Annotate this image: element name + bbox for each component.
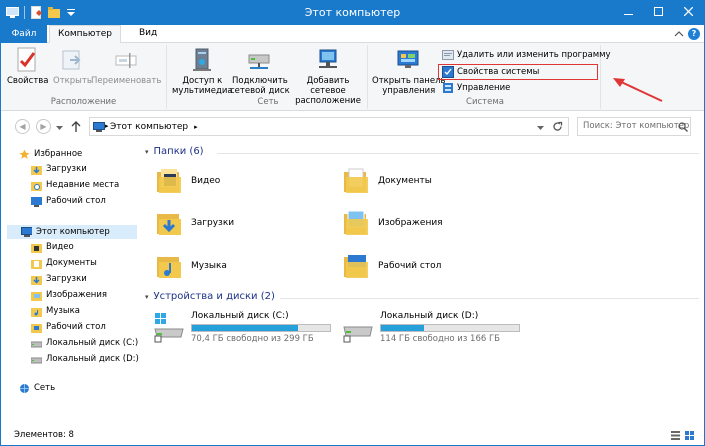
star-icon: [19, 149, 30, 160]
breadcrumb-this-pc[interactable]: Этот компьютер: [110, 122, 188, 132]
pictures-folder-icon: [31, 290, 42, 301]
nav-downloads[interactable]: Загрузки: [31, 162, 87, 176]
nav-desktop-pc[interactable]: Рабочий стол: [31, 320, 106, 334]
folder-documents[interactable]: Документы: [342, 166, 432, 196]
minimize-icon[interactable]: [614, 1, 642, 21]
folders-group-header[interactable]: ▾ Папки (6): [145, 146, 204, 157]
content-pane: ▾ Папки (6) Видео Документы Загрузки Изоб…: [137, 141, 704, 426]
desktop-folder-icon: [344, 255, 368, 278]
nav-documents[interactable]: Документы: [31, 256, 97, 270]
drive-d-usage-bar: [380, 324, 520, 332]
drive-icon: [31, 354, 42, 365]
nav-this-pc[interactable]: Этот компьютер: [7, 225, 137, 239]
downloads-folder-icon: [157, 214, 181, 235]
recent-locations-dropdown-icon[interactable]: [56, 124, 63, 134]
drive-c-name: Локальный диск (C:): [191, 311, 289, 321]
breadcrumb-separator-icon: ▸: [194, 122, 198, 131]
breadcrumb-separator-icon: ▸: [105, 122, 109, 130]
nav-desktop[interactable]: Рабочий стол: [31, 194, 106, 208]
status-bar: Элементов: 8: [1, 426, 704, 445]
music-folder-icon: [31, 306, 42, 317]
drive-c-usage-fill: [192, 325, 298, 331]
network-icon: [19, 383, 30, 394]
explorer-window: Этот компьютер Файл Компьютер Вид ? Свой…: [0, 0, 705, 446]
nav-network[interactable]: Сеть: [19, 381, 55, 395]
video-folder-icon: [31, 242, 42, 253]
search-input[interactable]: Поиск: Этот компьютер: [577, 117, 691, 136]
refresh-icon[interactable]: [552, 121, 563, 135]
nav-downloads-pc[interactable]: Загрузки: [31, 272, 87, 286]
nav-recent-places[interactable]: Недавние места: [31, 178, 119, 192]
drive-d-free-space: 114 ГБ свободно из 166 ГБ: [380, 334, 500, 344]
navigation-pane: Избранное Загрузки Недавние места Рабочи…: [1, 141, 139, 426]
collapse-icon: ▾: [145, 292, 149, 301]
nav-disk-c[interactable]: Локальный диск (C:): [31, 336, 138, 350]
drive-icon: [343, 326, 373, 343]
drive-icon: [31, 338, 42, 349]
desktop-icon: [31, 196, 42, 207]
help-icon[interactable]: ?: [688, 28, 700, 40]
downloads-icon: [31, 164, 42, 175]
folder-downloads[interactable]: Загрузки: [155, 208, 234, 238]
back-button[interactable]: ◀: [15, 119, 30, 134]
drive-d-usage-fill: [381, 325, 425, 331]
forward-button[interactable]: ▶: [36, 119, 51, 134]
collapse-icon: ▾: [145, 147, 149, 156]
maximize-icon[interactable]: [644, 1, 672, 21]
system-drive-icon: [154, 313, 184, 343]
nav-video[interactable]: Видео: [31, 240, 74, 254]
video-folder-icon: [157, 169, 181, 193]
drive-c-usage-bar: [191, 324, 331, 332]
drive-c-free-space: 70,4 ГБ свободно из 299 ГБ: [191, 334, 314, 344]
devices-group-header[interactable]: ▾ Устройства и диски (2): [145, 291, 275, 302]
drive-c[interactable]: Локальный диск (C:) 70,4 ГБ свободно из …: [153, 311, 331, 344]
search-icon[interactable]: [678, 122, 688, 135]
computer-icon: [21, 227, 32, 238]
ribbon-tabs: Файл Компьютер Вид ?: [1, 25, 704, 44]
nav-music[interactable]: Музыка: [31, 304, 80, 318]
drive-d[interactable]: Локальный диск (D:) 114 ГБ свободно из 1…: [342, 311, 520, 344]
music-folder-icon: [157, 257, 181, 278]
folder-music[interactable]: Музыка: [155, 251, 227, 281]
chevron-up-icon[interactable]: [674, 29, 684, 39]
documents-folder-icon: [31, 258, 42, 269]
nav-disk-d[interactable]: Локальный диск (D:): [31, 352, 139, 366]
folder-desktop[interactable]: Рабочий стол: [342, 251, 441, 281]
recent-places-icon: [31, 180, 42, 191]
documents-folder-icon: [344, 168, 368, 193]
title-bar: Этот компьютер: [1, 1, 704, 25]
tab-computer[interactable]: Компьютер: [49, 25, 121, 44]
large-icons-view-icon[interactable]: [685, 431, 694, 440]
details-view-icon[interactable]: [671, 431, 680, 440]
up-arrow-icon[interactable]: [71, 121, 81, 135]
tab-file[interactable]: Файл: [1, 25, 47, 43]
downloads-folder-icon: [31, 274, 42, 285]
folder-video[interactable]: Видео: [155, 166, 220, 196]
drive-d-name: Локальный диск (D:): [380, 311, 479, 321]
nav-favorites[interactable]: Избранное: [19, 147, 82, 161]
close-icon[interactable]: [674, 1, 702, 21]
ribbon: Свойства Открыть Переименовать Расположе…: [1, 43, 704, 111]
computer-icon: [93, 122, 105, 135]
folder-pictures[interactable]: Изображения: [342, 208, 443, 238]
pictures-folder-icon: [344, 210, 368, 235]
address-dropdown-icon[interactable]: [537, 124, 544, 134]
desktop-folder-icon: [31, 322, 42, 333]
navigation-bar: ◀ ▶ ▸ Этот компьютер ▸ Поиск: Этот компь…: [1, 112, 704, 140]
item-count: Элементов: 8: [14, 430, 74, 440]
red-arrow-annotation: [613, 78, 663, 102]
window-title: Этот компьютер: [304, 6, 401, 19]
nav-pictures[interactable]: Изображения: [31, 288, 107, 302]
address-bar[interactable]: ▸ Этот компьютер ▸: [89, 117, 569, 136]
tab-view[interactable]: Вид: [131, 25, 165, 43]
